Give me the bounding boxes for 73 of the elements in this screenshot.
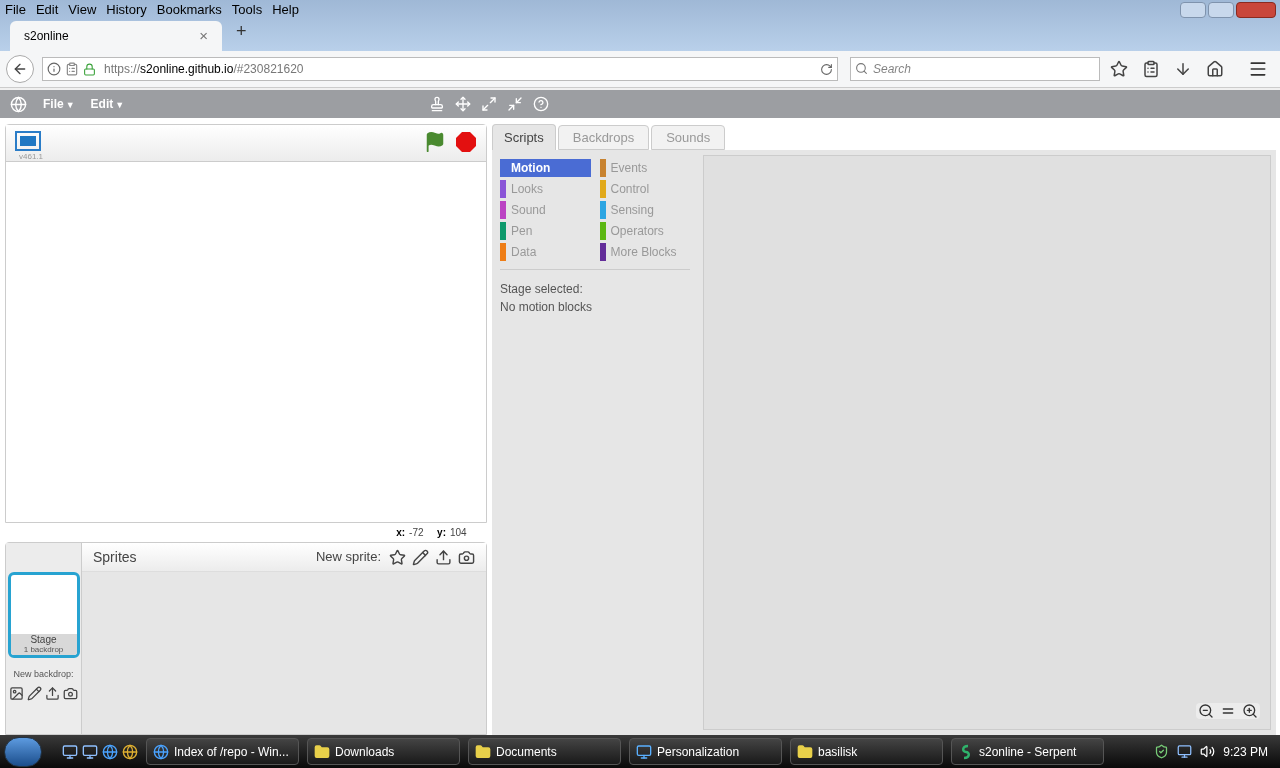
taskbar-item[interactable]: basilisk bbox=[790, 738, 943, 765]
editor-tab[interactable]: Scripts bbox=[492, 124, 556, 150]
menu-item[interactable]: View bbox=[63, 0, 102, 20]
stamp-icon[interactable] bbox=[429, 96, 446, 112]
zoom-out-icon[interactable] bbox=[1198, 703, 1214, 719]
fullscreen-icon[interactable] bbox=[15, 131, 41, 151]
search-field[interactable]: Search bbox=[850, 57, 1100, 81]
menu-item[interactable]: Bookmarks bbox=[151, 0, 227, 20]
backdrop-count: 1 backdrop bbox=[23, 645, 64, 655]
shrink-icon[interactable] bbox=[507, 96, 524, 112]
new-backdrop-label: New backdrop: bbox=[13, 668, 74, 681]
menu-item[interactable]: File bbox=[0, 0, 31, 20]
menu-item[interactable]: Help bbox=[267, 0, 304, 20]
move-icon[interactable] bbox=[455, 96, 472, 112]
lock-icon bbox=[83, 62, 96, 76]
browser-icon[interactable] bbox=[102, 743, 118, 760]
upload-icon[interactable] bbox=[45, 685, 60, 701]
browser-icon[interactable] bbox=[122, 743, 138, 760]
info-icon bbox=[47, 62, 61, 76]
menu-item[interactable]: Tools bbox=[226, 0, 268, 20]
desktop-icon[interactable] bbox=[62, 743, 78, 760]
folder-icon bbox=[475, 743, 491, 760]
new-tab-button[interactable]: + bbox=[236, 18, 247, 45]
sprites-title: Sprites bbox=[93, 547, 137, 567]
camera-icon[interactable] bbox=[63, 685, 78, 701]
palette-message: No motion blocks bbox=[500, 299, 594, 316]
paint-icon[interactable] bbox=[412, 548, 429, 566]
tab-close-button[interactable]: × bbox=[199, 24, 208, 48]
home-icon[interactable] bbox=[1206, 60, 1224, 78]
palette-message: Stage selected: bbox=[500, 281, 584, 298]
folder-icon bbox=[797, 743, 813, 760]
version-label: v461.1 bbox=[19, 151, 44, 163]
clock: 9:23 PM bbox=[1223, 743, 1268, 761]
camera-icon[interactable] bbox=[458, 548, 475, 566]
shield-icon bbox=[1154, 744, 1170, 759]
monitor-icon bbox=[636, 743, 652, 760]
start-button[interactable] bbox=[4, 736, 42, 767]
grow-icon[interactable] bbox=[481, 96, 498, 112]
download-icon[interactable] bbox=[1174, 60, 1192, 78]
url-text: https://s2online.github.io/#230821620 bbox=[104, 61, 304, 78]
browser-icon bbox=[153, 743, 169, 760]
x-value: -72 bbox=[409, 526, 425, 540]
taskbar-item[interactable]: s2online - Serpent bbox=[951, 738, 1104, 765]
language-icon[interactable] bbox=[10, 95, 27, 113]
taskbar-item[interactable]: Downloads bbox=[307, 738, 460, 765]
menu-item[interactable]: History bbox=[101, 0, 152, 20]
taskbar-item[interactable]: Personalization bbox=[629, 738, 782, 765]
folder-icon bbox=[314, 743, 330, 760]
zoom-in-icon[interactable] bbox=[1242, 703, 1258, 719]
menu-item[interactable]: Edit bbox=[30, 0, 64, 20]
browser-tab[interactable]: s2online × bbox=[10, 21, 222, 51]
new-sprite-label: New sprite: bbox=[315, 548, 381, 567]
x-label: x: bbox=[396, 526, 406, 540]
upload-icon[interactable] bbox=[435, 548, 452, 566]
taskbar-item[interactable]: Index of /repo - Win... bbox=[146, 738, 299, 765]
flag-icon[interactable] bbox=[424, 131, 446, 153]
reload-icon[interactable] bbox=[820, 62, 833, 76]
bookmark-star-icon[interactable] bbox=[1110, 60, 1128, 78]
taskbar-item[interactable]: Documents bbox=[468, 738, 621, 765]
address-bar[interactable]: https://s2online.github.io/#230821620 bbox=[42, 57, 838, 81]
y-value: 104 bbox=[450, 526, 468, 540]
help-icon[interactable] bbox=[533, 96, 550, 112]
stage-thumbnail[interactable]: Stage 1 backdrop bbox=[7, 572, 80, 658]
back-button[interactable] bbox=[6, 55, 34, 83]
tab-title: s2online bbox=[24, 28, 69, 45]
stop-icon[interactable] bbox=[455, 131, 477, 153]
stage-name: Stage bbox=[30, 634, 57, 645]
clipboard-icon[interactable] bbox=[1142, 60, 1160, 78]
paint-icon[interactable] bbox=[27, 685, 42, 701]
image-icon[interactable] bbox=[9, 685, 24, 701]
y-label: y: bbox=[437, 526, 446, 540]
search-icon bbox=[855, 62, 868, 75]
menu-icon[interactable] bbox=[1248, 59, 1268, 79]
